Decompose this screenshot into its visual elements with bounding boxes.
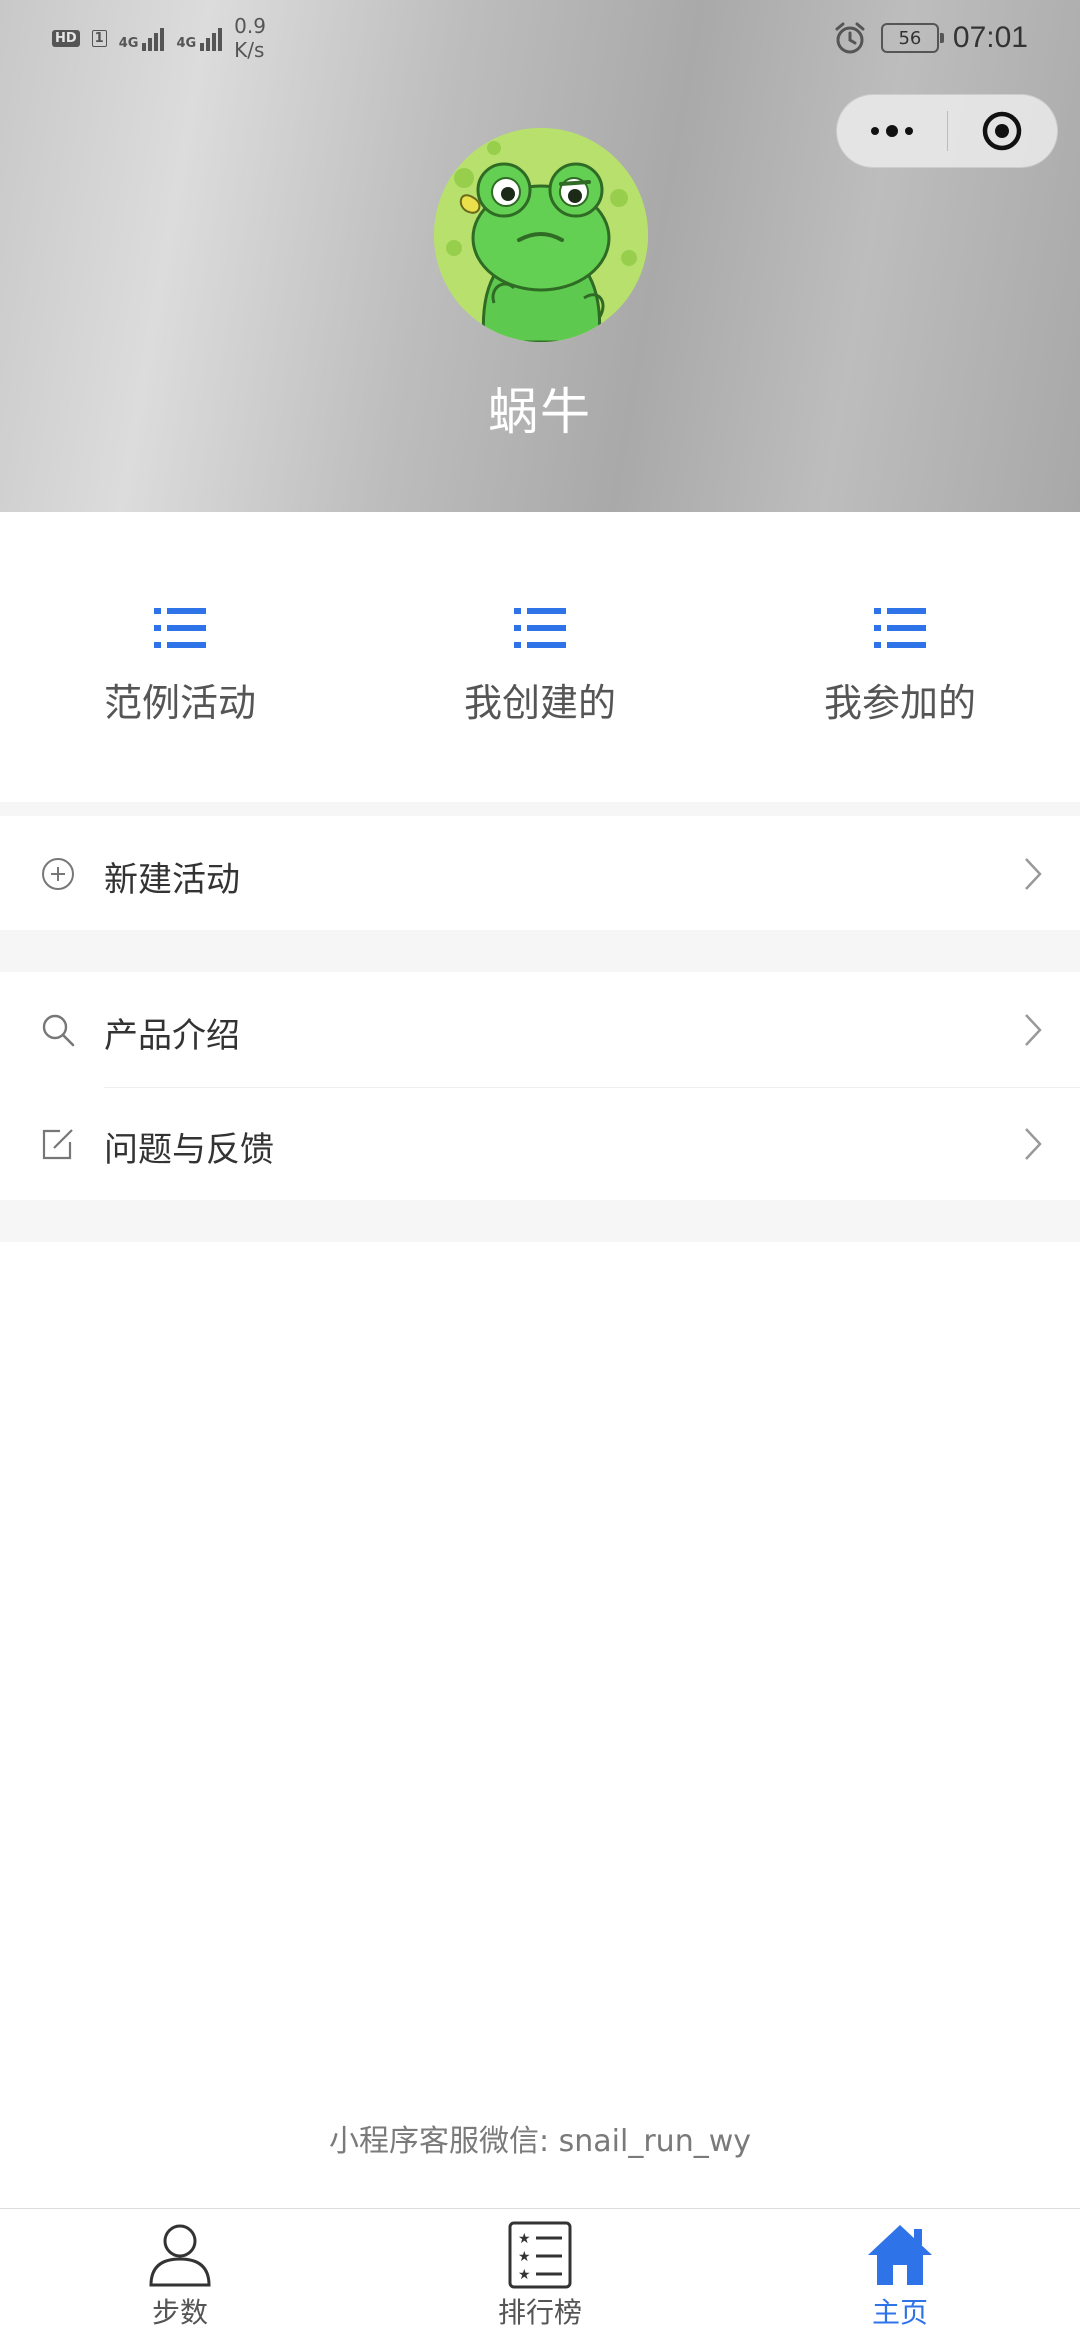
hd-indicator: HD: [52, 29, 80, 47]
status-right: 56 07:01: [833, 14, 1028, 62]
tab-bar: 步数 ★ ★ ★ 排行榜 主页: [0, 2208, 1080, 2340]
new-activity-row[interactable]: 新建活动: [0, 816, 1080, 930]
edit-icon: [42, 1129, 73, 1160]
ranking-list-icon: ★ ★ ★: [508, 2221, 572, 2289]
network-type-1: 4G: [118, 36, 139, 51]
svg-text:★: ★: [518, 2267, 531, 2283]
frog-avatar-icon: [434, 128, 648, 342]
product-intro-row[interactable]: 产品介绍: [0, 972, 1080, 1088]
chevron-right-icon: [1025, 858, 1042, 890]
target-icon: [983, 111, 1022, 151]
new-activity-label: 新建活动: [104, 860, 240, 900]
tab-label: 主页: [871, 2296, 928, 2329]
speed-unit: K/s: [234, 38, 265, 62]
signal-2: 4G: [176, 25, 223, 51]
status-bar: HD 1 4G 4G 0.9 K/s 56 07:01: [0, 0, 1080, 72]
plus-circle-icon: [42, 858, 74, 890]
signal-1: 4G: [119, 25, 165, 51]
user-icon: [149, 2224, 211, 2287]
svg-text:★: ★: [518, 2249, 531, 2265]
list-icon: [874, 608, 926, 648]
battery-icon: 56: [880, 23, 944, 53]
shortcut-my-created[interactable]: 我创建的: [360, 512, 720, 802]
tab-label: 排行榜: [497, 2296, 582, 2329]
tab-label: 步数: [151, 2296, 208, 2329]
battery-level: 56: [898, 27, 922, 49]
section-gap: [0, 802, 1080, 816]
profile-header: HD 1 4G 4G 0.9 K/s 56 07:01 蜗牛: [0, 0, 1080, 512]
signal-bars-1-icon: [142, 25, 165, 51]
alarm-icon: [835, 22, 865, 54]
speed-value: 0.9: [234, 14, 266, 38]
tab-home[interactable]: 主页: [720, 2209, 1080, 2341]
search-icon: [42, 1014, 75, 1047]
miniprogram-capsule: [836, 94, 1058, 168]
customer-service-wechat: 小程序客服微信: snail_run_wy: [329, 2124, 751, 2159]
chevron-right-icon: [1025, 1014, 1042, 1046]
tab-steps[interactable]: 步数: [0, 2209, 360, 2341]
shortcut-sample-activities[interactable]: 范例活动: [0, 512, 360, 802]
network-type-2: 4G: [176, 36, 197, 51]
shortcut-row: 范例活动 我创建的 我参加的: [0, 512, 1080, 802]
more-options-button[interactable]: [837, 94, 947, 168]
shortcut-label: 我参加的: [823, 681, 976, 725]
status-left: HD 1 4G 4G 0.9 K/s: [52, 14, 266, 62]
signal-bars-2-icon: [200, 25, 223, 51]
feedback-label: 问题与反馈: [104, 1130, 274, 1170]
svg-text:★: ★: [518, 2231, 531, 2247]
section-gap: [0, 930, 1080, 972]
product-intro-label: 产品介绍: [104, 1016, 240, 1056]
list-icon: [154, 608, 206, 648]
list-icon: [514, 608, 566, 648]
feedback-row[interactable]: 问题与反馈: [0, 1088, 1080, 1200]
tab-ranking[interactable]: ★ ★ ★ 排行榜: [360, 2209, 720, 2341]
avatar[interactable]: [434, 128, 648, 342]
section-gap: [0, 1200, 1080, 1242]
clock: 07:01: [952, 21, 1028, 54]
sim-indicator: 1: [91, 29, 107, 47]
shortcut-label: 我创建的: [463, 681, 616, 725]
home-icon: [868, 2225, 932, 2285]
shortcut-label: 范例活动: [103, 681, 256, 725]
shortcut-my-joined[interactable]: 我参加的: [720, 512, 1080, 802]
chevron-right-icon: [1025, 1128, 1042, 1160]
network-speed: 0.9 K/s: [234, 14, 266, 62]
user-name: 蜗牛: [488, 383, 592, 441]
close-miniprogram-button[interactable]: [948, 94, 1058, 168]
